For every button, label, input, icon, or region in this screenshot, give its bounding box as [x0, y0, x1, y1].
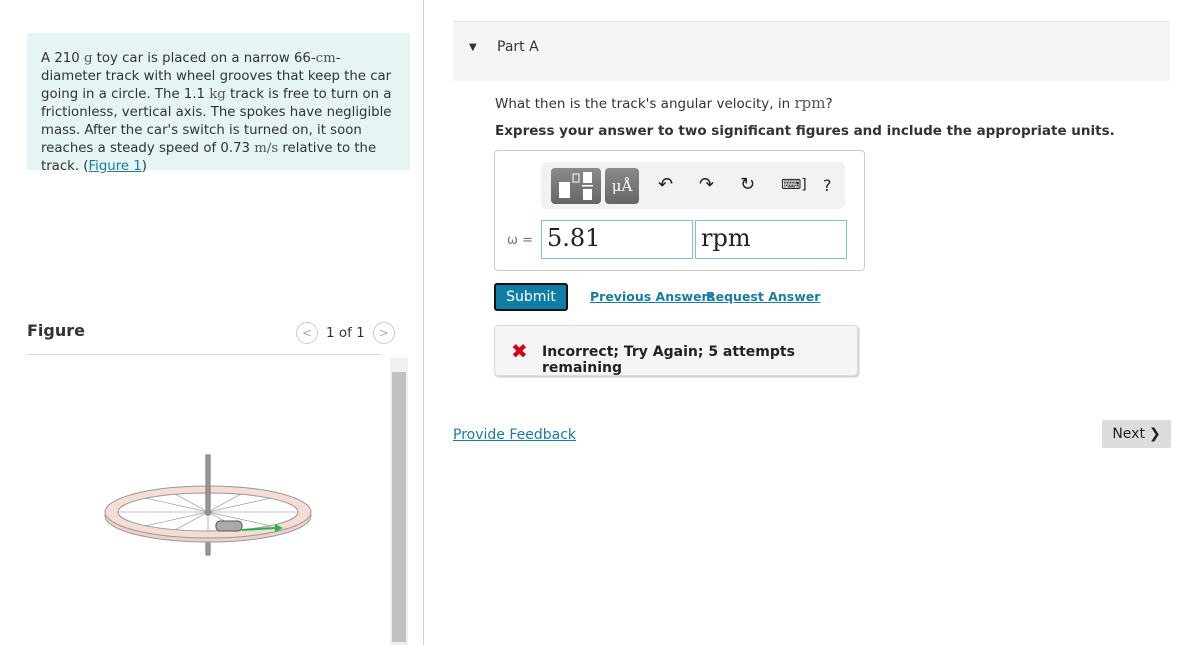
request-answer-link[interactable]: Request Answer: [706, 289, 820, 304]
figure-scrollbar[interactable]: [390, 358, 408, 645]
collapse-triangle-icon[interactable]: ▼: [469, 42, 477, 53]
feedback-box: ✖ Incorrect; Try Again; 5 attempts remai…: [494, 325, 858, 376]
provide-feedback-link[interactable]: Provide Feedback: [453, 427, 576, 443]
reset-icon[interactable]: ↻: [740, 174, 755, 195]
value-input[interactable]: 5.81: [541, 220, 693, 259]
undo-icon[interactable]: ↶: [658, 174, 673, 195]
next-button[interactable]: Next ❯: [1102, 420, 1171, 448]
chevron-left-icon[interactable]: <: [296, 322, 318, 344]
answer-box: μÅ ↶ ↷ ↻ ⌨] ? ω = 5.81 rpm: [494, 150, 865, 271]
figure-link[interactable]: Figure 1: [88, 159, 141, 174]
scrollbar-thumb[interactable]: [392, 372, 406, 642]
question: What then is the track's angular velocit…: [495, 94, 833, 112]
previous-answers-link[interactable]: Previous Answers: [590, 289, 715, 304]
divider: [27, 354, 381, 355]
submit-button[interactable]: Submit: [494, 283, 568, 311]
panel-divider: [423, 0, 424, 645]
figure-track-illustration: [104, 454, 312, 556]
templates-icon[interactable]: [551, 168, 601, 204]
instruction: Express your answer to two significant f…: [495, 123, 1115, 139]
variable-label: ω =: [507, 233, 533, 248]
units-button[interactable]: μÅ: [605, 168, 639, 204]
text: ): [141, 159, 147, 174]
unit: rpm: [794, 94, 826, 112]
redo-icon[interactable]: ↷: [699, 174, 714, 195]
math-toolbar: μÅ ↶ ↷ ↻ ⌨] ?: [541, 162, 845, 209]
help-icon[interactable]: ?: [823, 176, 832, 195]
part-title: Part A: [497, 39, 539, 55]
problem-statement: A 210 g toy car is placed on a narrow 66…: [27, 33, 410, 174]
units-input[interactable]: rpm: [695, 220, 847, 259]
unit: cm: [315, 51, 336, 66]
text: ?: [825, 96, 833, 112]
figure-pager: < 1 of 1 >: [296, 322, 395, 344]
unit: m/s: [254, 141, 279, 156]
figure-heading: Figure: [27, 321, 85, 340]
text: toy car is placed on a narrow 66-: [92, 51, 316, 66]
text: What then is the track's angular velocit…: [495, 96, 795, 112]
keyboard-icon[interactable]: ⌨]: [781, 177, 807, 193]
next-label: Next: [1112, 426, 1145, 442]
text: A 210: [41, 51, 84, 66]
page-count: 1 of 1: [326, 325, 365, 341]
unit: kg: [209, 87, 226, 102]
feedback-text: Incorrect; Try Again; 5 attempts remaini…: [542, 344, 795, 376]
part-header[interactable]: ▼ Part A: [453, 21, 1170, 81]
chevron-right-icon[interactable]: >: [372, 322, 395, 344]
incorrect-x-icon: ✖: [511, 339, 528, 363]
chevron-right-icon: ❯: [1148, 426, 1161, 442]
